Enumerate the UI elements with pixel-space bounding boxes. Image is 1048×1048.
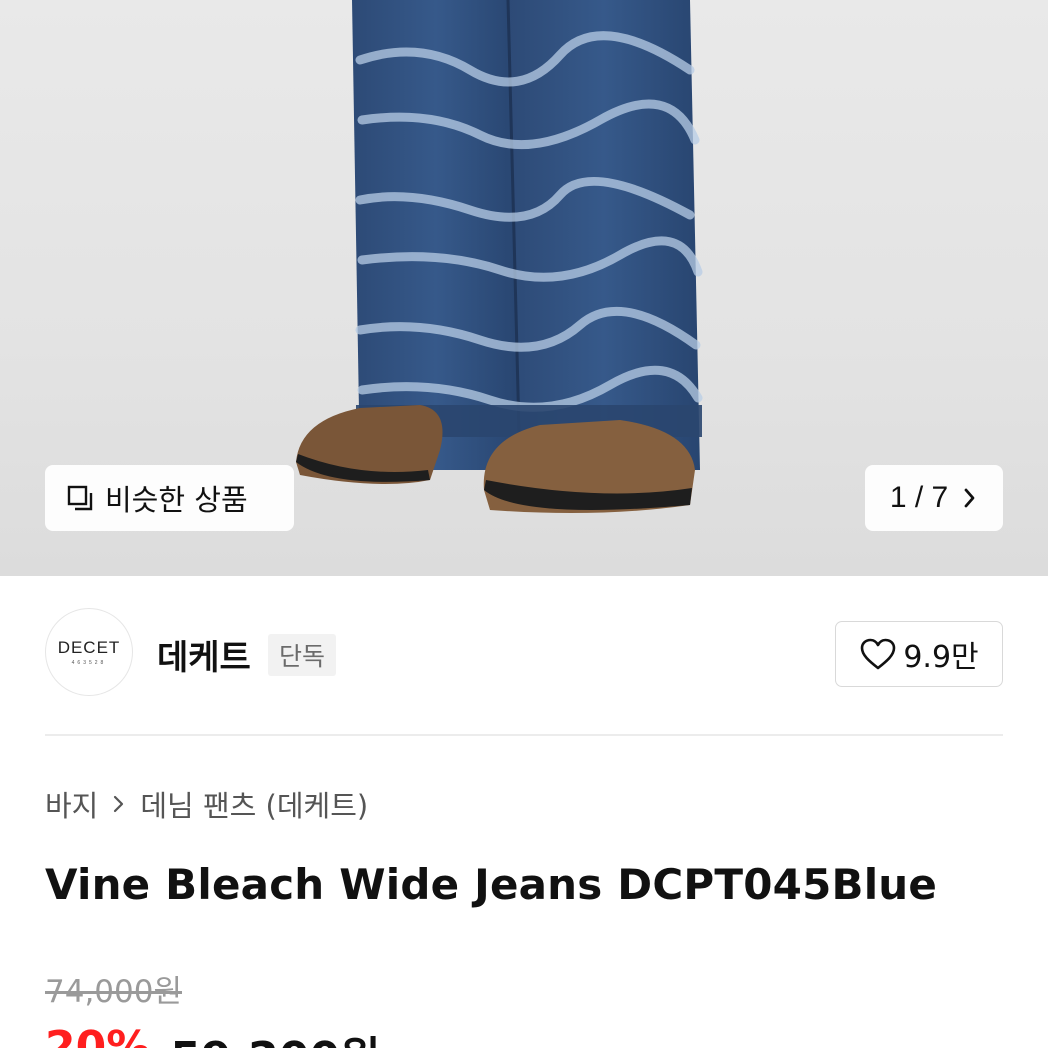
similar-products-icon bbox=[67, 485, 93, 511]
original-price: 74,000원 bbox=[45, 974, 182, 1010]
discount-rate: 20% bbox=[45, 1022, 151, 1048]
gallery-pager-button[interactable]: 1 / 7 bbox=[865, 465, 1003, 531]
like-count: 9.9만 bbox=[903, 640, 979, 675]
brand-row: DECET 463528 데케트 단독 9.9만 bbox=[45, 608, 1003, 698]
section-divider bbox=[45, 734, 1003, 736]
sale-price: 59,200원 bbox=[170, 1022, 380, 1048]
breadcrumb: 바지 데님 팬츠 (데케트) bbox=[45, 782, 368, 826]
breadcrumb-item-denim-pants[interactable]: 데님 팬츠 (데케트) bbox=[140, 783, 368, 825]
heart-icon bbox=[859, 637, 897, 671]
product-title: Vine Bleach Wide Jeans DCPT045Blue bbox=[45, 860, 938, 909]
similar-products-button[interactable]: 비슷한 상품 bbox=[45, 465, 294, 531]
price-row: 20% 59,200원 bbox=[45, 1022, 381, 1048]
like-button[interactable]: 9.9만 bbox=[835, 621, 1003, 687]
similar-products-label: 비슷한 상품 bbox=[105, 483, 248, 517]
brand-logo[interactable]: DECET 463528 bbox=[45, 608, 133, 696]
brand-logo-text: DECET bbox=[57, 638, 121, 657]
product-image-gallery[interactable]: 비슷한 상품 1 / 7 bbox=[0, 0, 1048, 576]
exclusive-badge: 단독 bbox=[268, 634, 337, 676]
chevron-right-icon bbox=[112, 793, 126, 815]
brand-logo-subtext: 463528 bbox=[71, 660, 107, 666]
chevron-right-icon bbox=[962, 485, 978, 511]
gallery-page-indicator: 1 / 7 bbox=[889, 481, 949, 514]
breadcrumb-item-pants[interactable]: 바지 bbox=[45, 783, 98, 825]
brand-name[interactable]: 데케트 bbox=[157, 630, 251, 679]
